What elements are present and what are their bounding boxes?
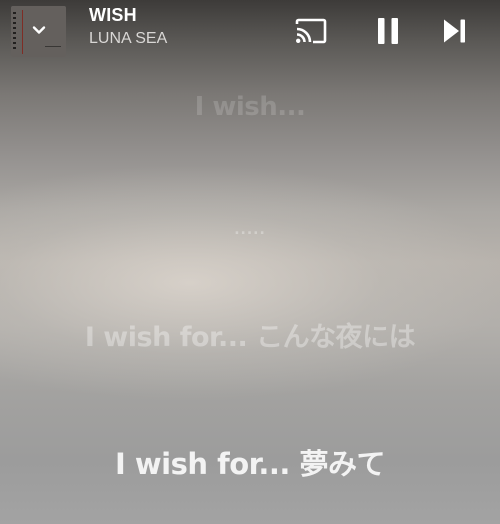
lyrics-panel: I wish... ..... I wish for... こんな夜には I w… — [0, 0, 500, 524]
lyric-line[interactable]: I wish... — [0, 92, 500, 122]
lyric-line[interactable]: I wish for... こんな夜には — [0, 315, 500, 354]
lyric-line[interactable]: ..... — [0, 222, 500, 238]
active-lyric-line[interactable]: I wish for... 夢みて — [0, 441, 500, 483]
